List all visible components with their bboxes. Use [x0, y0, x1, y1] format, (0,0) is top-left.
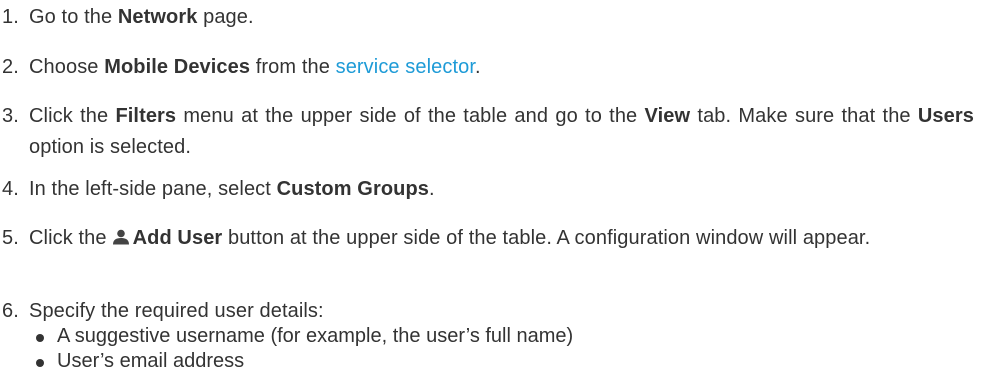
- step-text-part: Click the: [29, 227, 107, 249]
- custom-groups-label: Custom Groups: [276, 178, 430, 200]
- step-text: Choose Mobile Devices from the service s…: [29, 52, 974, 83]
- step-number: 4.: [2, 178, 19, 200]
- step-text-part: .: [429, 178, 435, 200]
- bullet-dot: [36, 334, 44, 342]
- step-text-part: Click the: [29, 105, 116, 127]
- step-text-part: In the left-side pane, select: [29, 178, 277, 200]
- step-text: In the left-side pane, select Custom Gro…: [29, 174, 974, 205]
- step-text: Click the Add User button at the upper si…: [29, 223, 974, 254]
- step-text: Go to the Network page.: [29, 2, 974, 33]
- list-item: User’s email address: [29, 349, 969, 374]
- users-option-name: Users: [917, 105, 974, 127]
- step-text-part: from the: [250, 56, 336, 78]
- step-number: 1.: [2, 6, 19, 28]
- list-item: A suggestive username (for example, the …: [29, 324, 969, 349]
- step-text-part: menu at the upper side of the table and …: [176, 105, 645, 127]
- step-text-part: .: [475, 56, 481, 78]
- step-number: 6.: [2, 300, 19, 322]
- step-number: 2.: [2, 56, 19, 78]
- step-5: 5. Click the Add User button at the upper…: [0, 223, 986, 254]
- list-item-text: User’s email address: [57, 350, 245, 372]
- step-text: Click the Filters menu at the upper side…: [29, 101, 974, 163]
- step-text-part: option is selected.: [29, 136, 191, 158]
- step-1: 1. Go to the Network page.: [0, 2, 986, 33]
- user-details-list: A suggestive username (for example, the …: [29, 324, 969, 374]
- step-text-part: page.: [197, 6, 254, 28]
- step-number: 3.: [2, 105, 19, 127]
- step-2: 2. Choose Mobile Devices from the servic…: [0, 52, 986, 83]
- step-number: 5.: [2, 227, 19, 249]
- step-3: 3. Click the Filters menu at the upper s…: [0, 101, 986, 158]
- step-text-part: button at the upper side of the table. A…: [222, 227, 871, 249]
- mobile-devices-label: Mobile Devices: [104, 56, 251, 78]
- filters-menu-name: Filters: [115, 105, 177, 127]
- step-text: Specify the required user details:: [29, 300, 324, 322]
- list-item-text: A suggestive username (for example, the …: [57, 325, 574, 347]
- step-text-part: Go to the: [29, 6, 118, 28]
- step-4: 4. In the left-side pane, select Custom …: [0, 174, 986, 205]
- step-text-part: Choose: [29, 56, 105, 78]
- network-page-name: Network: [117, 6, 198, 28]
- step-text-part: tab. Make sure that the: [690, 105, 918, 127]
- view-tab-name: View: [644, 105, 691, 127]
- user-icon: [111, 224, 131, 245]
- bullet-dot: [36, 359, 44, 367]
- add-user-button-name: Add User: [132, 227, 223, 249]
- step-6: 6. Specify the required user details:: [0, 296, 986, 327]
- service-selector-link[interactable]: service selector: [336, 56, 475, 78]
